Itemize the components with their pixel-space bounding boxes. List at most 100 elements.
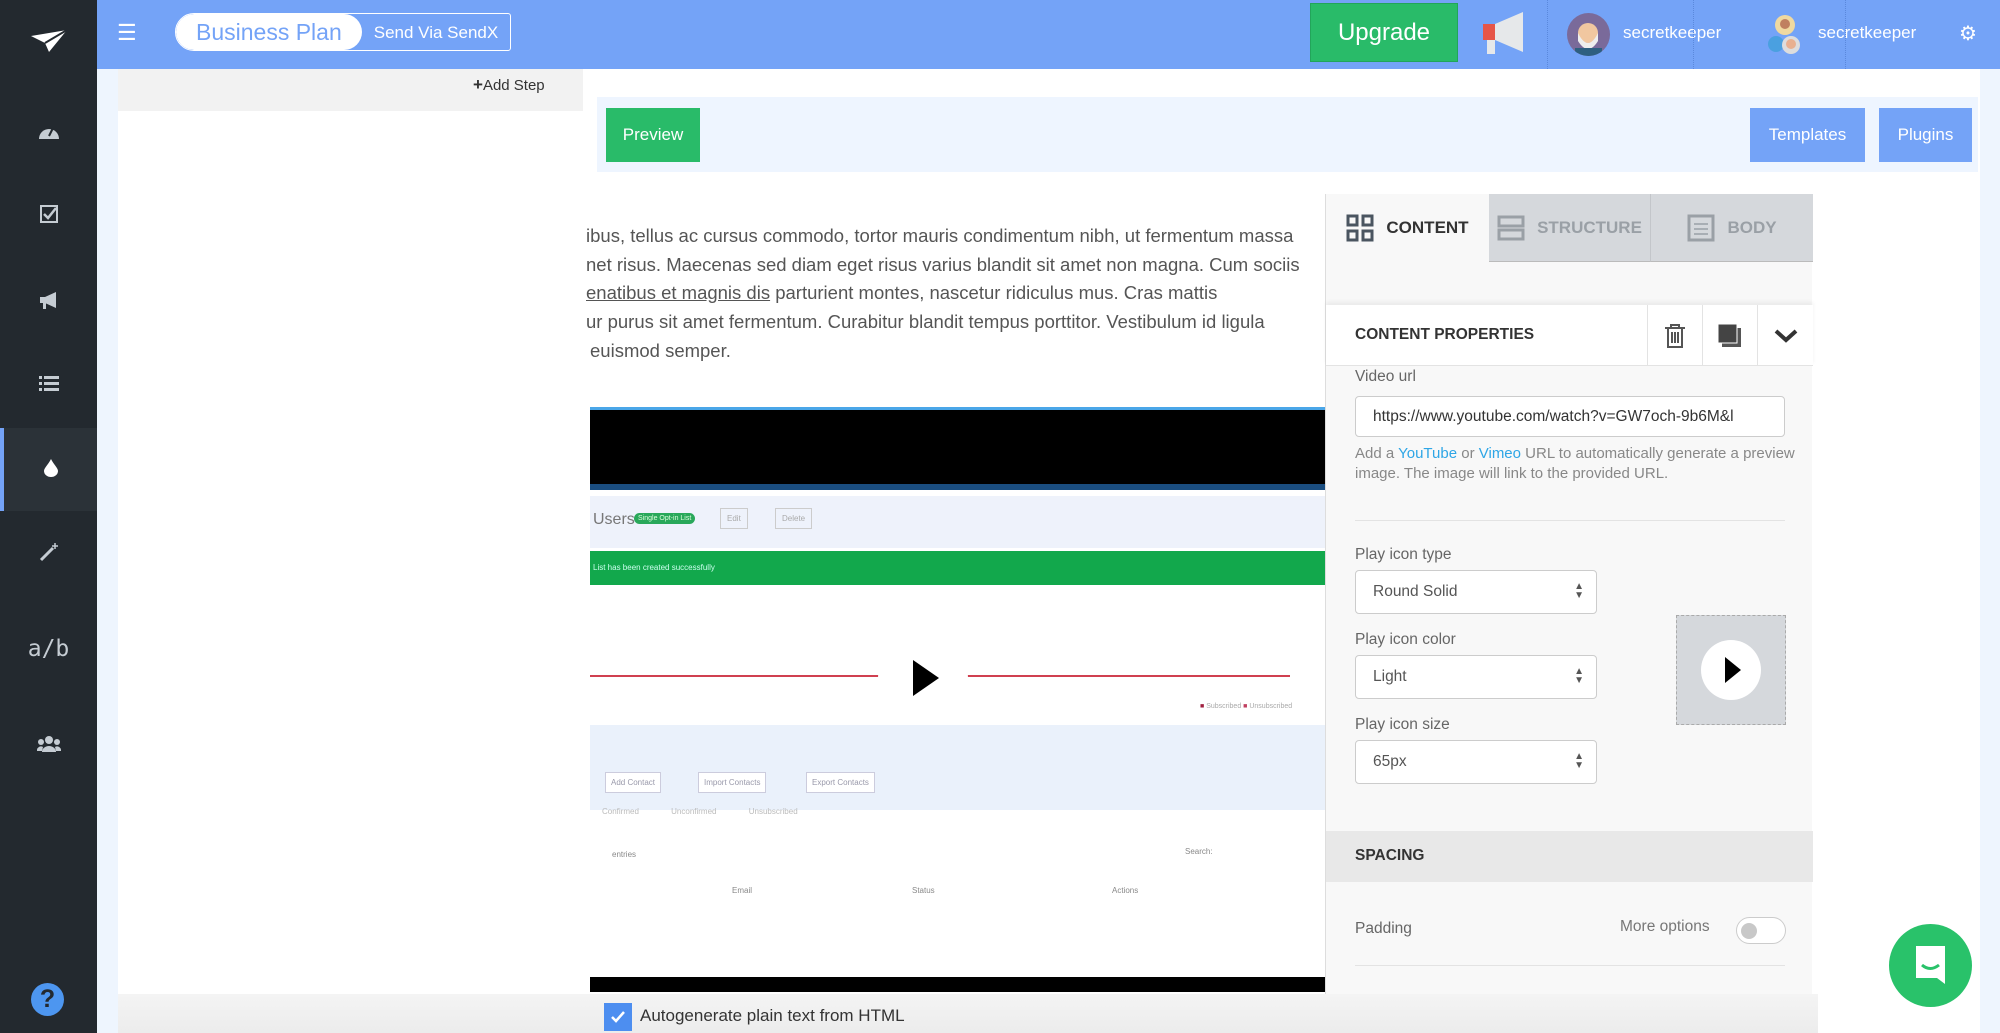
- video-url-help: Add a YouTube or Vimeo URL to automatica…: [1355, 445, 1795, 482]
- tab-label: CONTENT: [1386, 218, 1469, 237]
- padding-label: Padding: [1355, 920, 1412, 937]
- team-avatar[interactable]: [1767, 14, 1801, 61]
- footer-bar: Autogenerate plain text from HTML: [118, 994, 1818, 1033]
- frame-col: Status: [912, 886, 935, 895]
- frame-import: Import Contacts: [698, 772, 767, 793]
- user-name[interactable]: secretkeeper: [1623, 23, 1721, 43]
- body-text-line[interactable]: ur purus sit amet fermentum. Curabitur b…: [586, 311, 1265, 333]
- tab-content[interactable]: CONTENT: [1326, 194, 1489, 262]
- sort-arrows-icon: ▲ ▼: [1574, 666, 1584, 686]
- properties-title: CONTENT PROPERTIES: [1355, 326, 1535, 343]
- add-step-button[interactable]: +Add Step: [473, 75, 545, 95]
- body-icon: [1687, 214, 1715, 241]
- body-text-line[interactable]: euismod semper.: [590, 340, 731, 362]
- tab-label: STRUCTURE: [1537, 217, 1642, 237]
- settings-gears-icon[interactable]: ⚙: [1959, 21, 1977, 46]
- select-value: Light: [1373, 668, 1407, 685]
- magic-wand-icon[interactable]: [0, 510, 97, 594]
- play-color-label: Play icon color: [1355, 631, 1456, 648]
- frame-legend: ■ Subscribed ■ Unsubscribed: [1200, 703, 1293, 710]
- video-block[interactable]: Users Single Opt-in List Edit Delete Lis…: [590, 407, 1325, 992]
- body-link[interactable]: enatibus et magnis dis: [586, 282, 770, 303]
- plugins-button[interactable]: Plugins: [1879, 108, 1972, 162]
- properties-panel: CONTENT STRUCTURE BODY CONTENT PROPERTIE…: [1325, 194, 1813, 994]
- frame-badge: Single Opt-in List: [634, 513, 696, 524]
- plan-label[interactable]: Business Plan: [176, 14, 362, 50]
- announcement-megaphone-icon[interactable]: [1483, 12, 1527, 61]
- body-text-line[interactable]: enatibus et magnis dis parturient montes…: [586, 282, 1217, 304]
- add-step-label: Add Step: [482, 77, 545, 94]
- content-properties-header: CONTENT PROPERTIES: [1326, 305, 1813, 366]
- select-value: 65px: [1373, 753, 1407, 770]
- upgrade-button[interactable]: Upgrade: [1310, 3, 1458, 62]
- collapse-button[interactable]: [1757, 305, 1813, 366]
- duplicate-icon: [1718, 323, 1741, 347]
- tab-structure[interactable]: STRUCTURE: [1489, 194, 1650, 262]
- play-color-select[interactable]: Light ▲ ▼: [1355, 655, 1597, 699]
- more-options-label: More options: [1620, 918, 1710, 935]
- hamburger-icon[interactable]: ☰: [117, 20, 137, 46]
- team-name[interactable]: secretkeeper: [1818, 23, 1916, 43]
- frame-export: Export Contacts: [806, 772, 875, 793]
- play-size-label: Play icon size: [1355, 716, 1450, 733]
- steps-panel: +Add Step: [118, 69, 583, 1033]
- structure-icon: [1497, 215, 1525, 240]
- spacing-title: SPACING: [1355, 847, 1425, 864]
- frame-search: Search:: [1185, 847, 1213, 856]
- editor-toolbar: Preview Templates Plugins: [597, 97, 1978, 172]
- frame-col: Actions: [1112, 886, 1139, 895]
- play-icon: [913, 660, 939, 696]
- sort-arrows-icon: ▲ ▼: [1574, 581, 1584, 601]
- sort-arrows-icon: ▲ ▼: [1574, 751, 1584, 771]
- frame-title: Users: [593, 511, 635, 528]
- drip-icon: [43, 456, 58, 484]
- preview-button[interactable]: Preview: [606, 108, 700, 162]
- frame-alert: List has been created successfully: [590, 551, 1325, 585]
- autogen-checkbox[interactable]: [604, 1003, 632, 1031]
- frame-add-contact: Add Contact: [605, 772, 662, 793]
- trash-icon: [1665, 323, 1685, 348]
- body-text-line[interactable]: net risus. Maecenas sed diam eget risus …: [586, 254, 1300, 276]
- list-icon[interactable]: [0, 342, 97, 426]
- megaphone-icon[interactable]: [0, 258, 97, 342]
- steps-header: +Add Step: [118, 69, 583, 111]
- chat-bubble-icon: [1916, 946, 1945, 984]
- sidebar-item-ab-test[interactable]: a/b: [0, 607, 97, 691]
- divider: [1845, 0, 1846, 69]
- plan-switch[interactable]: Business Plan Send Via SendX: [175, 13, 512, 51]
- tab-body[interactable]: BODY: [1650, 194, 1813, 262]
- play-button[interactable]: [878, 633, 968, 723]
- checklist-icon[interactable]: [0, 172, 97, 256]
- chevron-down-icon: [1774, 329, 1797, 343]
- duplicate-button[interactable]: [1702, 305, 1757, 366]
- sidebar: a/b ?: [0, 0, 97, 1033]
- divider: [1355, 520, 1785, 521]
- help-icon[interactable]: ?: [31, 983, 64, 1016]
- body-text: parturient montes, nascetur ridiculus mu…: [775, 282, 1218, 303]
- delete-button[interactable]: [1647, 305, 1702, 366]
- frame-edit: Edit: [720, 508, 748, 529]
- more-options-toggle[interactable]: [1736, 917, 1786, 944]
- play-type-select[interactable]: Round Solid ▲ ▼: [1355, 570, 1597, 614]
- select-value: Round Solid: [1373, 583, 1458, 600]
- topbar: ☰ Business Plan Send Via SendX Upgrade s…: [97, 0, 2000, 69]
- video-bottom-bar: [590, 977, 1325, 992]
- dashboard-icon[interactable]: [0, 89, 97, 173]
- user-avatar[interactable]: [1567, 13, 1610, 56]
- autogen-label[interactable]: Autogenerate plain text from HTML: [640, 1006, 905, 1026]
- youtube-link[interactable]: YouTube: [1398, 445, 1457, 462]
- send-via-label[interactable]: Send Via SendX: [362, 14, 510, 50]
- chat-launcher[interactable]: [1889, 924, 1972, 1007]
- sendx-logo[interactable]: [0, 0, 97, 84]
- video-url-input[interactable]: [1355, 396, 1785, 437]
- vimeo-link[interactable]: Vimeo: [1479, 445, 1521, 462]
- play-icon: [1701, 640, 1761, 700]
- divider: [1693, 0, 1694, 69]
- frame-col: Email: [732, 886, 753, 895]
- play-size-select[interactable]: 65px ▲ ▼: [1355, 740, 1597, 784]
- templates-button[interactable]: Templates: [1750, 108, 1865, 162]
- grid-icon: [1346, 214, 1374, 242]
- sidebar-item-drip[interactable]: [0, 428, 97, 511]
- users-icon[interactable]: [0, 702, 97, 786]
- body-text-line[interactable]: ibus, tellus ac cursus commodo, tortor m…: [586, 225, 1293, 247]
